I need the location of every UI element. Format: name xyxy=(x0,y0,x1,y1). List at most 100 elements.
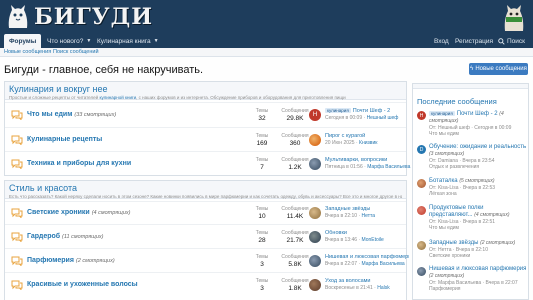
last-post-title[interactable]: Пирог с курагой xyxy=(325,133,409,139)
avatar[interactable]: Н xyxy=(417,111,426,120)
sidebar-title[interactable]: Последние сообщения xyxy=(417,97,497,106)
forum-title-text: Что мы едим xyxy=(27,111,73,118)
category-header: Стиль и красота Есть что рассказать? Как… xyxy=(5,181,406,199)
messages-value: 1.8K xyxy=(288,285,302,292)
register-link[interactable]: Регистрация xyxy=(455,34,493,48)
threads-label: Темы xyxy=(255,230,269,236)
post-forum[interactable]: Парфюмерия xyxy=(429,286,527,292)
category-title[interactable]: Стиль и красота xyxy=(9,183,402,193)
last-post-title[interactable]: Мультиварки, вопросики xyxy=(325,157,409,163)
avatar[interactable] xyxy=(417,206,426,215)
new-posts-button-label: Новые сообщения xyxy=(475,66,527,72)
login-link[interactable]: Вход xyxy=(434,34,449,48)
list-item-text: Ботаталка (5 смотрящих) От: Kisa-Lisa · … xyxy=(429,178,527,197)
avatar[interactable] xyxy=(417,241,426,250)
threads-value: 7 xyxy=(260,164,264,171)
post-title-link[interactable]: Западные звёзды (2 смотрящих) xyxy=(429,240,527,247)
post-forum[interactable]: Отдых и развлечения xyxy=(429,164,527,170)
logo-text: БИГУДИ xyxy=(34,4,153,30)
viewers-count: (33 смотрящих) xyxy=(74,112,117,118)
last-post-date: 20 Июн 2025 xyxy=(325,140,355,146)
new-posts-button[interactable]: ϟ Новые сообщения xyxy=(469,63,528,75)
last-post-title[interactable]: Обновки xyxy=(325,230,409,236)
avatar[interactable]: Н xyxy=(309,109,321,121)
avatar[interactable] xyxy=(309,207,321,219)
avatar[interactable] xyxy=(309,158,321,170)
post-title-link[interactable]: Продуктовые полки представляют... (4 смо… xyxy=(429,205,527,219)
post-forum[interactable]: Что мы едим xyxy=(429,131,527,137)
messages-stat: Сообщения 360 xyxy=(280,133,310,147)
tab-cookbook[interactable]: Кулинарная книга ▼ xyxy=(92,34,164,48)
category-header: Кулинария и вокруг нее Простые и сложные… xyxy=(5,82,406,100)
avatar[interactable] xyxy=(309,134,321,146)
threads-stat: Темы 28 xyxy=(247,230,277,244)
cookbook-link[interactable]: кулинарной книги xyxy=(99,95,136,100)
last-post-title[interactable]: кулинария Почти Шеф - 2 xyxy=(325,108,409,114)
viewers-count: (11 смотрящих) xyxy=(62,234,104,240)
last-post-user[interactable]: MonEtoile xyxy=(362,237,384,243)
forum-title-link[interactable]: Красивые и ухоженные волосы xyxy=(27,281,138,288)
site-logo[interactable]: БИГУДИ xyxy=(6,3,153,31)
last-post-user[interactable]: Книзвик xyxy=(359,140,377,146)
forum-title-link[interactable]: Кулинарные рецепты xyxy=(27,136,102,143)
category-block-cooking: Кулинария и вокруг нее Простые и сложные… xyxy=(4,81,410,176)
bolt-icon: ϟ xyxy=(470,66,474,72)
last-post-user[interactable]: Марфа Васильева xyxy=(367,164,410,170)
chevron-down-icon[interactable]: ▼ xyxy=(154,38,159,44)
threads-stat: Темы 32 xyxy=(247,108,277,122)
avatar[interactable] xyxy=(417,179,426,188)
search-posts-link[interactable]: Поиск сообщений xyxy=(53,49,99,55)
avatar-letter: Н xyxy=(419,112,424,119)
last-post-user[interactable]: Нешный шеф xyxy=(367,115,399,121)
forum-title-link[interactable]: Что мы едим (33 смотрящих) xyxy=(27,111,116,118)
post-forum[interactable]: Светские хроники xyxy=(429,253,527,259)
last-post-meta: Вчера в 22:07 · Марфа Васильева xyxy=(325,261,405,267)
category-description-before: Простые и сложные рецепты от читателей xyxy=(9,95,100,100)
post-title-link[interactable]: Ботаталка (5 смотрящих) xyxy=(429,178,527,185)
avatar[interactable] xyxy=(309,231,321,243)
last-post-title[interactable]: Нишевая и люксовая парфюмерия xyxy=(325,254,409,260)
threads-label: Темы xyxy=(255,133,269,139)
last-post-user[interactable]: Марфа Васильева xyxy=(362,261,405,267)
messages-stat: Сообщения 11.4K xyxy=(280,206,310,220)
list-item: Продуктовые полки представляют... (4 смо… xyxy=(417,205,527,238)
chevron-down-icon[interactable]: ▼ xyxy=(86,38,91,44)
post-title-link[interactable]: Нишевая и люксовая парфюмерия (2 смотрящ… xyxy=(429,266,527,280)
post-title-link[interactable]: Обучение: ожидание и реальность (3 смотр… xyxy=(429,144,527,158)
tab-cookbook-label: Кулинарная книга xyxy=(97,37,151,45)
avatar[interactable] xyxy=(309,279,321,291)
threads-stat: Темы 3 xyxy=(247,278,277,292)
list-item: Ботаталка (5 смотрящих) От: Kisa-Lisa · … xyxy=(417,178,527,202)
forum-title-link[interactable]: Парфюмерия (2 смотрящих) xyxy=(27,257,115,264)
new-posts-link[interactable]: Новые сообщения xyxy=(4,49,51,55)
post-title-text: Западные звёзды xyxy=(429,240,479,246)
messages-stat: Сообщения 21.7K xyxy=(280,230,310,244)
category-title[interactable]: Кулинария и вокруг нее xyxy=(9,84,402,94)
messages-label: Сообщения xyxy=(281,254,309,260)
prefix-badge: кулинария xyxy=(429,111,455,116)
forum-title-link[interactable]: Техника и приборы для кухни xyxy=(27,160,131,167)
post-forum[interactable]: Лёгкая зона xyxy=(429,191,527,197)
forum-title-link[interactable]: Светские хроники (4 смотрящих) xyxy=(27,209,130,216)
last-post: Мультиварки, вопросики Пятница в 01:56 ·… xyxy=(325,157,410,170)
last-post-user[interactable]: Нетта xyxy=(362,213,376,219)
messages-value: 11.4K xyxy=(286,213,304,220)
last-post-title[interactable]: Западные звёзды xyxy=(325,206,409,212)
last-post-user[interactable]: Halsk xyxy=(377,285,390,291)
forum-title-link[interactable]: Гардероб (11 смотрящих) xyxy=(27,233,103,240)
last-post-title[interactable]: Уход за волосами xyxy=(325,278,409,284)
post-title-link[interactable]: кулинария Почти Шеф - 2 (4 смотрящих) xyxy=(429,110,527,125)
tab-forums[interactable]: Форумы xyxy=(4,34,42,48)
threads-stat: Темы 3 xyxy=(247,254,277,268)
last-post: Уход за волосами Воскресенье в 21:41 · H… xyxy=(325,278,409,291)
forum-title-text: Красивые и ухоженные волосы xyxy=(27,281,138,288)
last-post: Обновки Вчера в 13:46 · MonEtoile xyxy=(325,230,409,243)
avatar[interactable]: D xyxy=(417,145,426,154)
search-link[interactable]: Поиск xyxy=(498,34,525,48)
forum-row: Красивые и ухоженные волосы Темы 3 Сообще… xyxy=(5,272,406,296)
tab-whats-new[interactable]: Что нового? ▼ xyxy=(42,34,96,48)
post-forum[interactable]: Что мы едим xyxy=(429,225,527,231)
last-post: Нишевая и люксовая парфюмерия Вчера в 22… xyxy=(325,254,409,267)
avatar[interactable] xyxy=(309,255,321,267)
avatar[interactable] xyxy=(417,267,426,276)
